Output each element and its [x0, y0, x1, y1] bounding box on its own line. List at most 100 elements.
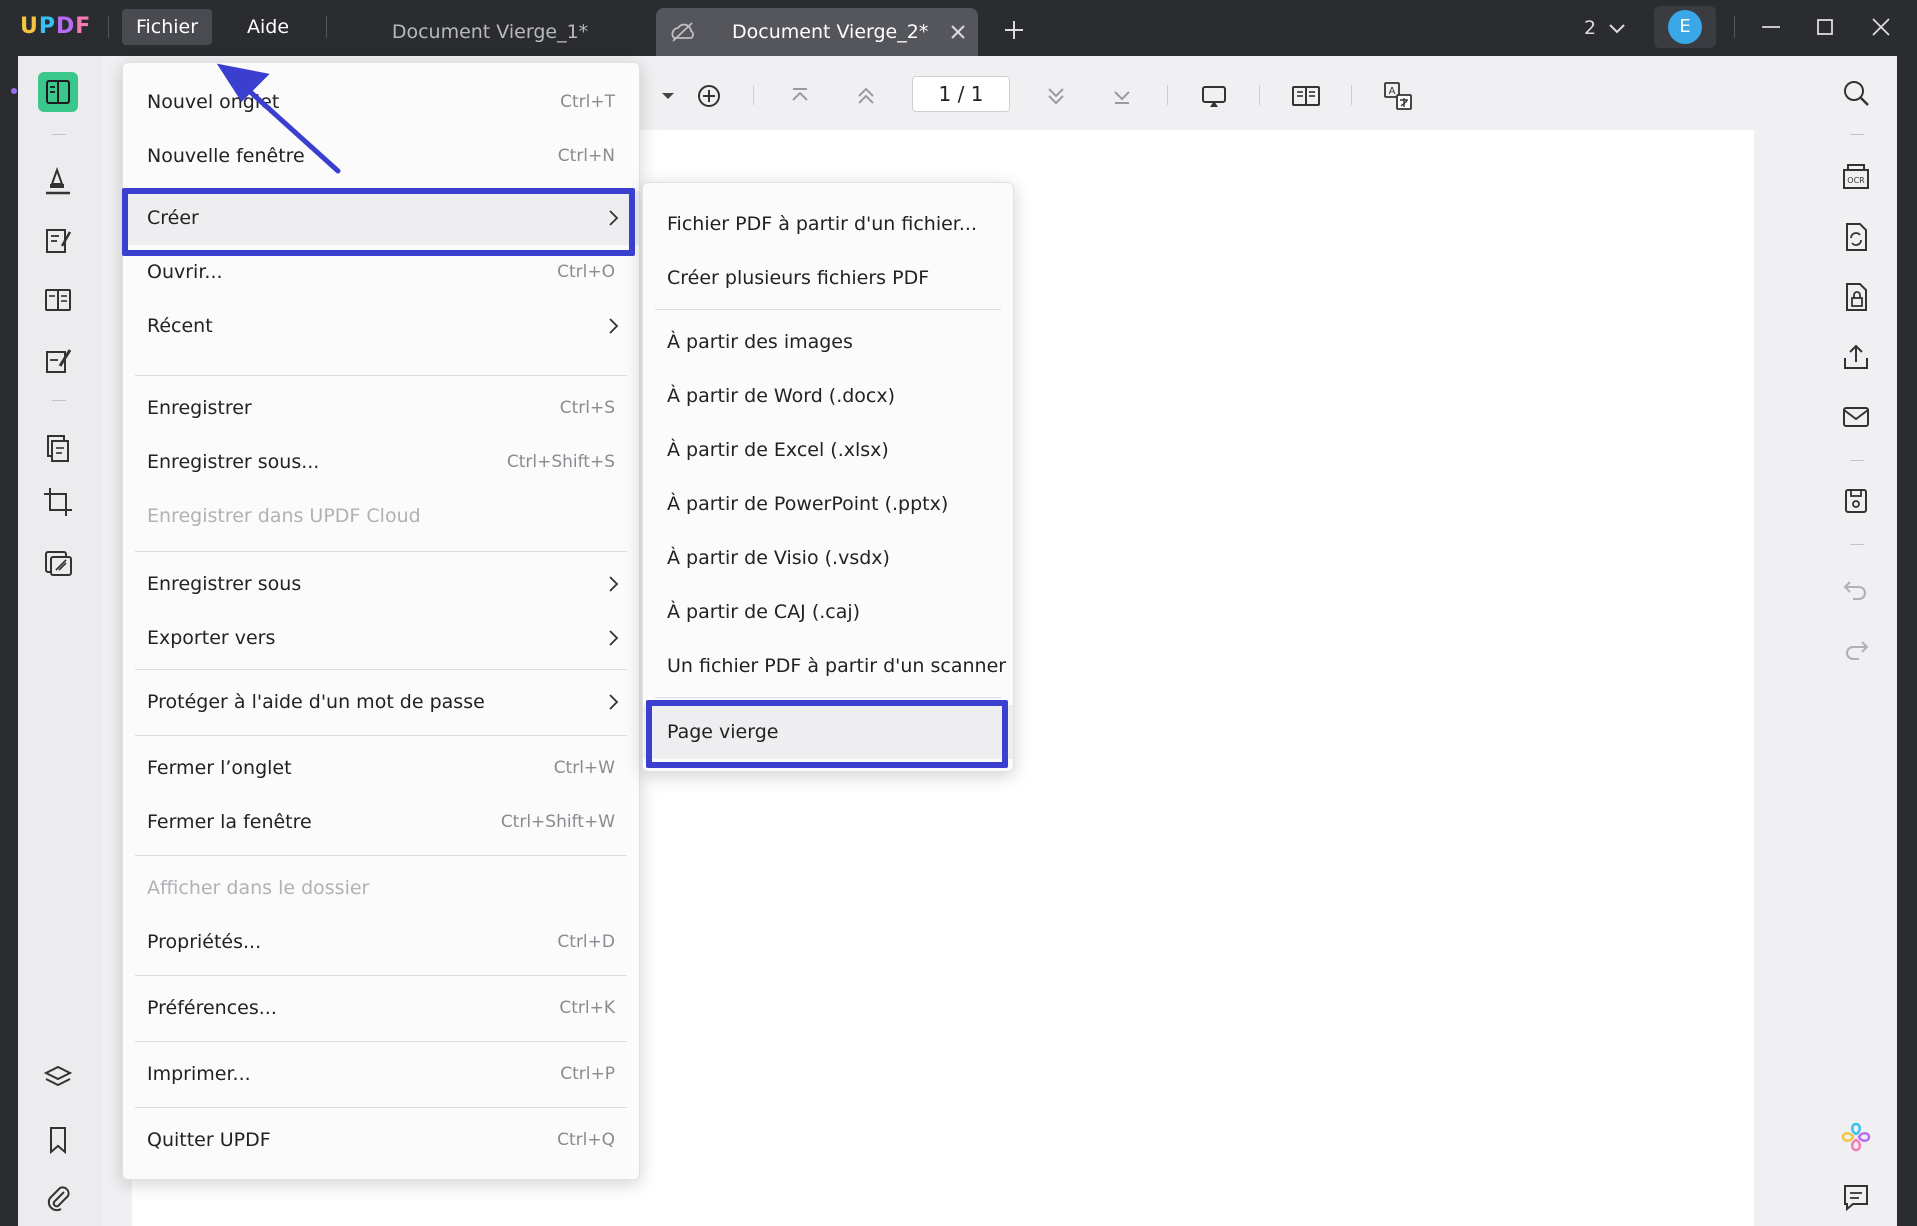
sidebar-divider [52, 400, 66, 401]
layers-icon[interactable] [40, 1060, 76, 1096]
menu-divider [135, 975, 627, 976]
compress-icon[interactable] [40, 544, 76, 580]
menu-divider [135, 855, 627, 856]
search-icon[interactable] [1839, 76, 1873, 110]
undo-icon[interactable] [1839, 572, 1873, 606]
tab-label: Document Vierge_2* [732, 21, 929, 43]
menu-item-protect[interactable]: Protéger à l'aide d'un mot de passe [123, 675, 639, 729]
fill-sign-icon[interactable] [40, 342, 76, 378]
ocr-icon[interactable]: OCR [1839, 160, 1873, 194]
unsaved-cloud-icon [670, 20, 696, 44]
indicator-dot [11, 88, 17, 94]
tab-count[interactable]: 2 [1584, 14, 1626, 42]
menu-divider [135, 1041, 627, 1042]
previous-page-icon[interactable] [850, 80, 882, 112]
sidebar-divider [1850, 134, 1864, 135]
chevron-right-icon [603, 692, 623, 712]
submenu-item-from-word[interactable]: À partir de Word (.docx) [643, 369, 1013, 423]
menu-item-properties[interactable]: Propriétés... Ctrl+D [123, 915, 639, 969]
submenu-item-from-powerpoint[interactable]: À partir de PowerPoint (.pptx) [643, 477, 1013, 531]
close-icon[interactable] [946, 20, 970, 44]
menu-divider [655, 309, 1001, 310]
highlighter-icon[interactable] [40, 162, 76, 198]
protect-icon[interactable] [1839, 280, 1873, 314]
menu-fichier[interactable]: Fichier [122, 9, 212, 45]
window-frame-right [1897, 56, 1917, 1226]
menu-divider [135, 551, 627, 552]
new-tab-plus-icon[interactable] [998, 14, 1030, 46]
menu-divider [655, 697, 1001, 698]
menu-item-preferences[interactable]: Préférences... Ctrl+K [123, 981, 639, 1035]
share-icon[interactable] [1839, 340, 1873, 374]
redo-icon[interactable] [1839, 632, 1873, 666]
comment-icon[interactable] [1839, 1180, 1873, 1214]
svg-text:A: A [1389, 86, 1396, 97]
organize-pages-icon[interactable] [40, 282, 76, 318]
minimize-icon[interactable] [1758, 14, 1784, 40]
menu-item-close-tab[interactable]: Fermer l’onglet Ctrl+W [123, 741, 639, 795]
submenu-item-from-caj[interactable]: À partir de CAJ (.caj) [643, 585, 1013, 639]
convert-icon[interactable] [1839, 220, 1873, 254]
reader-icon[interactable] [38, 72, 78, 112]
title-divider [326, 16, 327, 38]
translate-icon[interactable]: A [1382, 80, 1414, 112]
chevron-right-icon [603, 574, 623, 594]
toolbar-divider [753, 85, 754, 105]
dropdown-triangle-icon[interactable] [652, 80, 684, 112]
menu-aide[interactable]: Aide [236, 9, 300, 45]
menu-item-recent[interactable]: Récent [123, 299, 639, 353]
save-icon[interactable] [1839, 484, 1873, 518]
submenu-item-from-visio[interactable]: À partir de Visio (.vsdx) [643, 531, 1013, 585]
menu-item-quit[interactable]: Quitter UPDF Ctrl+Q [123, 1113, 639, 1167]
menu-item-close-window[interactable]: Fermer la fenêtre Ctrl+Shift+W [123, 795, 639, 849]
avatar[interactable]: E [1668, 10, 1702, 44]
submenu-item-from-excel[interactable]: À partir de Excel (.xlsx) [643, 423, 1013, 477]
attachment-icon[interactable] [40, 1180, 76, 1216]
menu-divider [135, 375, 627, 376]
title-divider [108, 16, 109, 38]
sidebar-divider [1850, 460, 1864, 461]
presentation-icon[interactable] [1198, 80, 1230, 112]
edit-text-icon[interactable] [40, 222, 76, 258]
zoom-in-icon[interactable] [693, 80, 725, 112]
bookmark-icon[interactable] [40, 1122, 76, 1158]
menu-item-save[interactable]: Enregistrer Ctrl+S [123, 381, 639, 435]
close-window-icon[interactable] [1868, 14, 1894, 40]
crop-icon[interactable] [40, 484, 76, 520]
menu-item-save-as[interactable]: Enregistrer sous... Ctrl+Shift+S [123, 435, 639, 489]
create-submenu: Fichier PDF à partir d'un fichier... Cré… [642, 182, 1014, 772]
tab-document-vierge-1[interactable]: Document Vierge_1* [340, 12, 640, 52]
menu-item-show-in-folder[interactable]: Afficher dans le dossier [123, 861, 639, 915]
menu-item-print[interactable]: Imprimer... Ctrl+P [123, 1047, 639, 1101]
submenu-item-multiple-pdfs[interactable]: Créer plusieurs fichiers PDF [643, 251, 1013, 305]
title-divider [1734, 16, 1735, 38]
menu-divider [135, 669, 627, 670]
toolbar-divider [1259, 85, 1260, 105]
page-tools-icon[interactable] [40, 430, 76, 466]
email-icon[interactable] [1839, 400, 1873, 434]
page-number-input[interactable]: 1 / 1 [912, 76, 1010, 112]
ai-assistant-icon[interactable] [1839, 1120, 1873, 1154]
maximize-icon[interactable] [1812, 14, 1838, 40]
menu-item-save-as-submenu[interactable]: Enregistrer sous [123, 557, 639, 611]
svg-text:OCR: OCR [1847, 176, 1865, 185]
tab-document-vierge-2[interactable]: Document Vierge_2* [656, 8, 978, 56]
menu-item-export[interactable]: Exporter vers [123, 611, 639, 665]
first-page-icon[interactable] [784, 80, 816, 112]
chevron-down-icon [1609, 23, 1625, 33]
page-layout-icon[interactable] [1290, 80, 1322, 112]
submenu-item-from-images[interactable]: À partir des images [643, 315, 1013, 369]
submenu-item-pdf-from-file[interactable]: Fichier PDF à partir d'un fichier... [643, 197, 1013, 251]
next-page-icon[interactable] [1040, 80, 1072, 112]
menu-divider [135, 1107, 627, 1108]
menu-item-save-cloud[interactable]: Enregistrer dans UPDF Cloud [123, 489, 639, 543]
last-page-icon[interactable] [1106, 80, 1138, 112]
submenu-item-from-scanner[interactable]: Un fichier PDF à partir d'un scanner [643, 639, 1013, 693]
sidebar-divider [52, 134, 66, 135]
highlight-box-blank-page [646, 700, 1008, 768]
highlight-box-create [122, 188, 635, 256]
window-frame-left [0, 56, 18, 1226]
sidebar-divider [1850, 544, 1864, 545]
menu-item-new-tab[interactable]: Nouvel onglet Ctrl+T [123, 75, 639, 129]
menu-item-new-window[interactable]: Nouvelle fenêtre Ctrl+N [123, 129, 639, 183]
